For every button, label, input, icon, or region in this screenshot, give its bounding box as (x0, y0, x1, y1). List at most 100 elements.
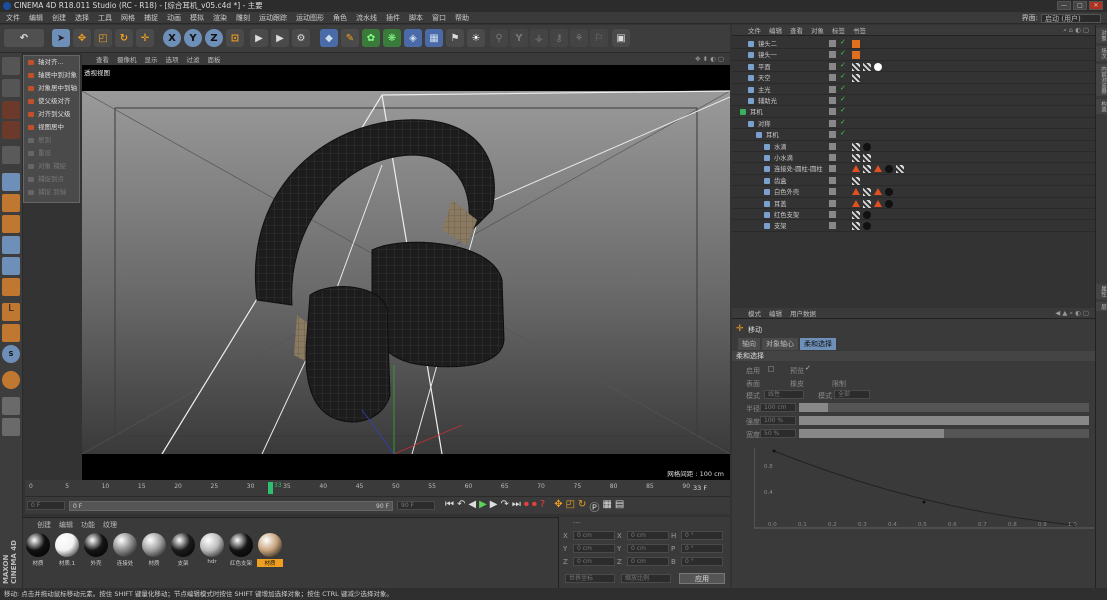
scale-mode-dropdown[interactable]: 缩放比例 (621, 574, 671, 583)
visibility-dots-icon[interactable] (829, 199, 836, 207)
popup-item-object-center-axis[interactable]: 对象居中到轴 (24, 82, 79, 95)
side-tab-attributes[interactable]: 属性 (1096, 283, 1107, 299)
viewport-menu-panel[interactable]: 面板 (208, 54, 221, 64)
material-tag-icon[interactable] (852, 176, 860, 185)
object-row[interactable]: 白色外壳 (732, 186, 1095, 198)
menu-plugins[interactable]: 插件 (386, 13, 400, 23)
y-axis-lock[interactable]: Y (184, 29, 202, 47)
material-tag-icon[interactable] (852, 62, 860, 71)
last-tool-icon[interactable]: ✛ (136, 29, 154, 47)
popup-item-view-center[interactable]: 视图居中 (24, 121, 79, 134)
menu-tools[interactable]: 工具 (98, 13, 112, 23)
material-menu-edit[interactable]: 编辑 (59, 520, 73, 530)
deformer-icon[interactable]: ◈ (404, 29, 422, 47)
next-key-icon[interactable]: ↷ (501, 499, 509, 514)
polygon-mode-icon[interactable] (2, 215, 20, 233)
warning-tag-icon[interactable] (852, 199, 860, 207)
coord-value-field[interactable]: 0 cm (627, 557, 669, 566)
warning-tag-icon[interactable] (852, 165, 860, 173)
edge-mode-icon[interactable] (2, 194, 20, 212)
enable-check-icon[interactable]: ✓ (840, 61, 846, 69)
l-snap-icon[interactable]: L (2, 303, 20, 321)
enable-check-icon[interactable]: ✓ (840, 118, 846, 126)
z-axis-lock[interactable]: Z (205, 29, 223, 47)
playhead[interactable] (268, 482, 273, 494)
uv-polygon-icon[interactable] (2, 257, 20, 275)
record-icon[interactable]: ⏺ (524, 499, 529, 514)
visibility-dots-icon[interactable] (829, 142, 836, 150)
visibility-dots-icon[interactable] (829, 97, 836, 104)
enable-checkbox[interactable] (768, 366, 774, 372)
keyframe-selection-icon[interactable]: ? (540, 499, 545, 514)
timeline-window-icon[interactable]: ▤ (615, 499, 624, 514)
select-tool-icon[interactable]: ➤ (52, 29, 70, 47)
enable-check-icon[interactable]: ✓ (840, 84, 846, 92)
workplane-mode-icon[interactable] (2, 121, 20, 139)
light-icon[interactable]: ☀ (467, 29, 485, 47)
visibility-dots-icon[interactable] (829, 176, 836, 184)
menu-render[interactable]: 渲染 (213, 13, 227, 23)
viewport-nav-icon[interactable]: ✥ ⬍ ◐ ▢ (695, 55, 724, 63)
model-mode-icon[interactable] (2, 79, 20, 97)
material-tag-icon[interactable] (852, 74, 860, 83)
object-row[interactable]: 连接处-圆柱-圆柱 (732, 163, 1095, 175)
menu-help[interactable]: 帮助 (455, 13, 469, 23)
material-tag-icon[interactable] (896, 165, 904, 174)
scale-tool-icon[interactable]: ◰ (94, 29, 112, 47)
am-nav-icon[interactable]: ◀ ▲ ⌕ ◐ ▢ (1055, 309, 1089, 318)
minimize-button[interactable]: — (1057, 1, 1071, 10)
material-swatch[interactable]: 支架 (170, 533, 196, 567)
visibility-dots-icon[interactable] (829, 188, 836, 196)
prev-key-icon[interactable]: ↶ (457, 499, 465, 514)
om-menu-view[interactable]: 查看 (790, 25, 803, 35)
falloff-mode-dropdown[interactable]: 线性 (764, 390, 804, 399)
viewport-menu-options[interactable]: 选项 (166, 54, 179, 64)
floor-icon[interactable]: ▦ (425, 29, 443, 47)
material-swatch[interactable]: 外壳 (83, 533, 109, 567)
viewport-menu-display[interactable]: 显示 (145, 54, 158, 64)
key-param-icon[interactable]: Ⓟ (589, 499, 599, 514)
object-row[interactable]: 耳机 ✓ (732, 129, 1095, 141)
next-frame-icon[interactable]: ▶ (490, 499, 498, 514)
perspective-viewport[interactable]: 透视视图 网格间距 : 100 cm (82, 65, 730, 480)
material-tag-icon[interactable] (852, 222, 860, 231)
enable-check-icon[interactable]: ✓ (840, 129, 846, 137)
warning-tag-icon[interactable] (874, 188, 882, 196)
pen-icon[interactable]: ✎ (341, 29, 359, 47)
object-row[interactable]: 镜头二 ✓ (732, 38, 1095, 50)
timeline-ruler[interactable]: 0 5 10 15 20 25 30 35 40 45 50 55 60 65 70 75 80 85 90 33 … (25, 480, 730, 496)
rotate-tool-icon[interactable]: ↻ (115, 29, 133, 47)
object-row[interactable]: 支架 (732, 220, 1095, 232)
coord-value-field[interactable]: 0 cm (573, 531, 615, 540)
visibility-dots-icon[interactable] (829, 40, 836, 47)
menu-sculpt[interactable]: 雕刻 (236, 13, 250, 23)
width-field[interactable]: 50 % (760, 429, 796, 438)
material-swatch[interactable]: 连接处 (112, 533, 138, 567)
visibility-dots-icon[interactable] (829, 119, 836, 127)
x-axis-lock[interactable]: X (163, 29, 181, 47)
frame-range-slider[interactable]: 0 F 90 F (69, 501, 393, 511)
tab-axis[interactable]: 轴向 (738, 338, 760, 350)
om-menu-edit[interactable]: 编辑 (769, 25, 782, 35)
material-tag-icon[interactable] (852, 154, 860, 162)
material-tag-icon[interactable] (863, 142, 871, 151)
key-scale-icon[interactable]: ◰ (566, 499, 575, 514)
object-row[interactable]: 主光 ✓ (732, 84, 1095, 95)
goto-start-icon[interactable]: ⏮ (445, 499, 454, 514)
subdivision-icon[interactable]: ✿ (362, 29, 380, 47)
clapboard-icon[interactable]: ▣ (612, 29, 630, 47)
material-tag-icon[interactable] (863, 199, 871, 208)
material-swatch[interactable]: 材质.1 (54, 533, 80, 567)
material-tag-icon[interactable] (874, 62, 882, 71)
menu-select[interactable]: 选择 (75, 13, 89, 23)
layout-dropdown[interactable]: 启动 (用户) (1041, 13, 1101, 23)
grid-snap-icon[interactable] (2, 397, 20, 415)
cube-icon[interactable]: ◆ (320, 29, 338, 47)
rigging-icon[interactable]: ⚲ (490, 29, 508, 47)
menu-character[interactable]: 角色 (333, 13, 347, 23)
object-row[interactable]: 天空 ✓ (732, 72, 1095, 84)
key-position-icon[interactable]: ✥ (554, 499, 562, 514)
object-row[interactable]: 镜头一 ✓ (732, 49, 1095, 61)
object-row[interactable]: 水滴 (732, 141, 1095, 152)
viewport-menu-camera[interactable]: 摄像机 (117, 54, 137, 64)
